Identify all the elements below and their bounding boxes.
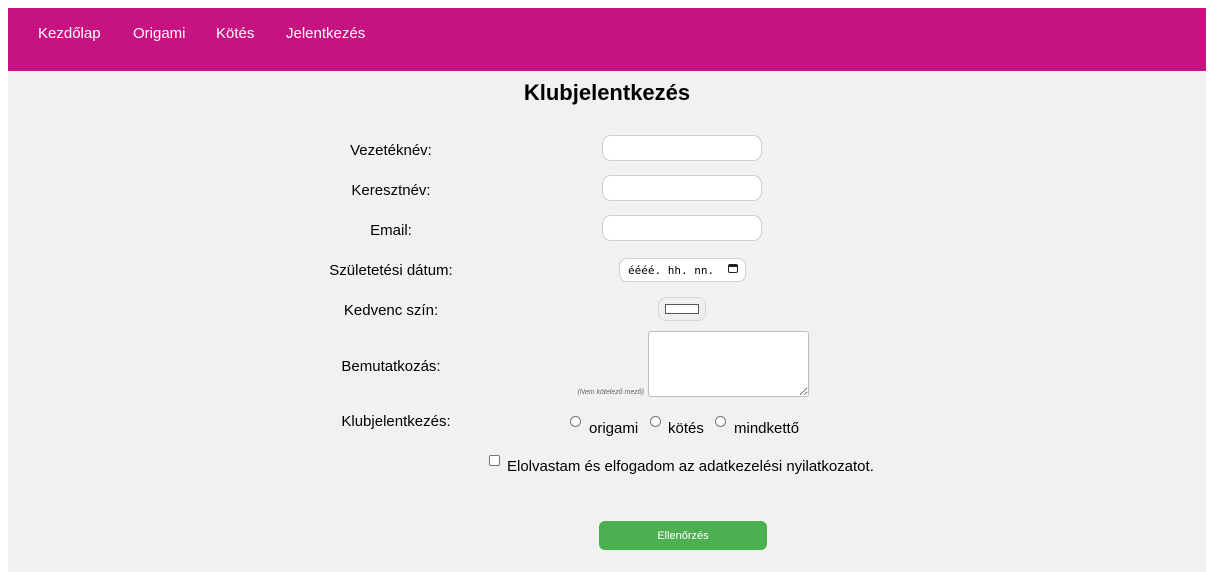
- radio-knitting[interactable]: [650, 416, 661, 427]
- check-button[interactable]: Ellenőrzés: [599, 521, 767, 550]
- color-swatch: [665, 304, 699, 314]
- radio-both[interactable]: [715, 416, 726, 427]
- navbar: Kezdőlap Origami Kötés Jelentkezés: [8, 8, 1206, 71]
- nav-link-home[interactable]: Kezdőlap: [38, 25, 101, 42]
- radio-knitting-label[interactable]: kötés: [668, 420, 704, 437]
- email-label: Email:: [370, 222, 412, 239]
- color-picker[interactable]: [658, 297, 706, 321]
- nav-link-knitting[interactable]: Kötés: [216, 25, 254, 42]
- consent-checkbox[interactable]: [489, 455, 500, 466]
- radio-both-label[interactable]: mindkettő: [734, 420, 799, 437]
- intro-hint: (Nem kötelező mező): [577, 389, 644, 396]
- intro-textarea[interactable]: [648, 331, 809, 397]
- email-input[interactable]: [602, 215, 762, 241]
- firstname-label: Keresztnév:: [351, 182, 431, 199]
- radio-origami[interactable]: [570, 416, 581, 427]
- birthdate-input[interactable]: éééé. hh. nn.: [619, 258, 746, 282]
- birthdate-placeholder: éééé. hh. nn.: [628, 263, 715, 277]
- color-label: Kedvenc szín:: [343, 302, 439, 319]
- lastname-input[interactable]: [602, 135, 762, 161]
- consent-label[interactable]: Elolvastam és elfogadom az adatkezelési …: [507, 458, 874, 475]
- radio-origami-label[interactable]: origami: [589, 420, 638, 437]
- page-title: Klubjelentkezés: [523, 80, 691, 105]
- lastname-label: Vezetéknév:: [350, 142, 432, 159]
- nav-link-signup[interactable]: Jelentkezés: [286, 25, 365, 42]
- nav-link-origami[interactable]: Origami: [133, 25, 186, 42]
- firstname-input[interactable]: [602, 175, 762, 201]
- birthdate-label: Születetési dátum:: [329, 262, 453, 279]
- intro-label: Bemutatkozás:: [341, 358, 441, 375]
- club-label: Klubjelentkezés:: [341, 413, 451, 430]
- page-container: Kezdőlap Origami Kötés Jelentkezés Klubj…: [8, 8, 1206, 572]
- calendar-icon[interactable]: [728, 264, 738, 273]
